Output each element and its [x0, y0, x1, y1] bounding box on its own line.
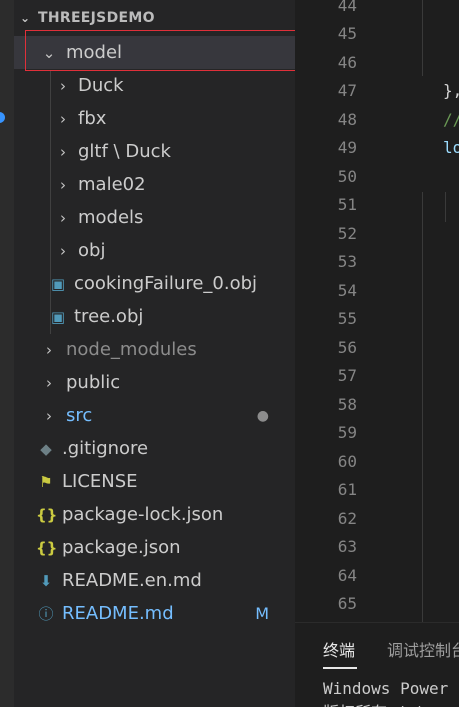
tree-item-label: models: [78, 207, 144, 228]
chevron-right-icon: ›: [60, 142, 66, 161]
git-icon: ◆: [40, 439, 52, 458]
line-number: 52: [337, 224, 357, 243]
tree-item-label: model: [66, 42, 123, 63]
obj-file-icon: ▣: [50, 274, 66, 293]
chevron-right-icon: ›: [60, 76, 66, 95]
json-icon: {}: [36, 505, 58, 524]
tab-terminal[interactable]: 终端: [323, 637, 355, 661]
tree-item-label: src: [66, 405, 93, 426]
editor-pane[interactable]: 44 45 46 47 48 49 50 51 52 53 54 55 56 5…: [295, 0, 459, 622]
line-number: 48: [337, 110, 357, 129]
tree-item-obj[interactable]: › obj: [14, 234, 295, 267]
git-modified-badge: M: [255, 604, 269, 623]
obj-file-icon: ▣: [50, 307, 66, 326]
line-number: 51: [337, 195, 357, 214]
chevron-right-icon: ›: [46, 406, 52, 425]
indent-guide: [422, 192, 423, 622]
line-number: 44: [337, 0, 357, 15]
tree-item-package-lock[interactable]: {} package-lock.json: [14, 498, 295, 531]
line-number: 50: [337, 167, 357, 186]
chevron-right-icon: ›: [60, 208, 66, 227]
chevron-down-icon: ⌄: [42, 43, 56, 62]
tree-item-label: package.json: [62, 537, 181, 558]
tree-item-label: cookingFailure_0.obj: [74, 273, 258, 294]
tree-item-model[interactable]: ⌄ model: [14, 36, 295, 69]
line-number: 54: [337, 281, 357, 300]
active-tab-indicator: [323, 667, 357, 669]
tree-item-public[interactable]: › public: [14, 366, 295, 399]
line-number: 49: [337, 138, 357, 157]
tree-item-fbx[interactable]: › fbx: [14, 102, 295, 135]
line-number: 58: [337, 395, 357, 414]
tree-item-license[interactable]: ⚑ LICENSE: [14, 465, 295, 498]
line-number: 60: [337, 452, 357, 471]
tree-item-duck[interactable]: › Duck: [14, 69, 295, 102]
terminal-output-line: 版权所有 (c): [323, 699, 426, 707]
tree-item-label: package-lock.json: [62, 504, 224, 525]
tree-item-label: male02: [78, 174, 146, 195]
tree-item-readme-en[interactable]: ⬇ README.en.md: [14, 564, 295, 597]
info-icon: ⓘ: [38, 605, 54, 623]
chevron-right-icon: ›: [60, 241, 66, 260]
chevron-down-icon: ⌄: [20, 11, 31, 25]
tree-item-gltf-duck[interactable]: › gltf \ Duck: [14, 135, 295, 168]
line-number: 64: [337, 566, 357, 585]
code-line: lo: [443, 138, 459, 157]
tree-item-label: public: [66, 372, 121, 393]
line-number: 45: [337, 24, 357, 43]
tree-item-male02[interactable]: › male02: [14, 168, 295, 201]
tree-item-tree-obj[interactable]: ▣ tree.obj: [14, 300, 295, 333]
terminal-output-line: Windows Power: [323, 679, 449, 698]
workspace-title: THREEJSDEMO: [38, 10, 155, 26]
explorer-section-header[interactable]: ⌄ THREEJSDEMO: [14, 6, 295, 30]
chevron-right-icon: ›: [60, 109, 66, 128]
bottom-panel: 终端 调试控制台 Windows Power 版权所有 (c): [295, 622, 459, 707]
modified-dot-icon: ●: [256, 407, 269, 424]
tree-item-cookingfailure-obj[interactable]: ▣ cookingFailure_0.obj: [14, 267, 295, 300]
line-number: 59: [337, 423, 357, 442]
line-number: 55: [337, 309, 357, 328]
chevron-right-icon: ›: [46, 340, 52, 359]
code-line: },: [443, 81, 459, 100]
tree-item-label: Duck: [78, 75, 124, 96]
tree-item-label: .gitignore: [62, 438, 149, 459]
tree-item-gitignore[interactable]: ◆ .gitignore: [14, 432, 295, 465]
tree-item-label: README.md: [62, 603, 174, 624]
line-number: 56: [337, 338, 357, 357]
line-number: 63: [337, 537, 357, 556]
json-icon: {}: [36, 538, 58, 557]
tree-item-label: fbx: [78, 108, 107, 129]
tree-item-package-json[interactable]: {} package.json: [14, 531, 295, 564]
chevron-right-icon: ›: [60, 175, 66, 194]
line-number: 47: [337, 81, 357, 100]
tree-item-label: obj: [78, 240, 106, 261]
code-comment: //: [443, 110, 459, 129]
indicator-dot-icon: [0, 112, 5, 123]
tab-debug-console[interactable]: 调试控制台: [387, 637, 459, 661]
line-number: 65: [337, 594, 357, 613]
tree-item-models[interactable]: › models: [14, 201, 295, 234]
tree-item-label: LICENSE: [62, 471, 138, 492]
license-icon: ⚑: [39, 472, 53, 491]
line-number: 62: [337, 509, 357, 528]
chevron-right-icon: ›: [46, 373, 52, 392]
indent-guide: [445, 192, 446, 222]
line-number: 53: [337, 252, 357, 271]
line-number: 61: [337, 480, 357, 499]
tree-item-label: README.en.md: [62, 570, 202, 591]
line-number: 46: [337, 53, 357, 72]
tree-item-src[interactable]: › src ●: [14, 399, 295, 432]
indent-guide: [422, 0, 423, 76]
tree-item-readme[interactable]: ⓘ README.md M: [14, 597, 295, 630]
tree-item-node-modules[interactable]: › node_modules: [14, 333, 295, 366]
explorer-panel: ⌄ THREEJSDEMO ⌄ model › Duck › fbx › glt…: [14, 0, 295, 707]
tree-item-label: tree.obj: [74, 306, 144, 327]
tree-item-label: node_modules: [66, 339, 197, 360]
tree-item-label: gltf \ Duck: [78, 141, 171, 162]
markdown-icon: ⬇: [39, 571, 53, 590]
activity-bar: [0, 0, 14, 707]
line-number: 57: [337, 366, 357, 385]
